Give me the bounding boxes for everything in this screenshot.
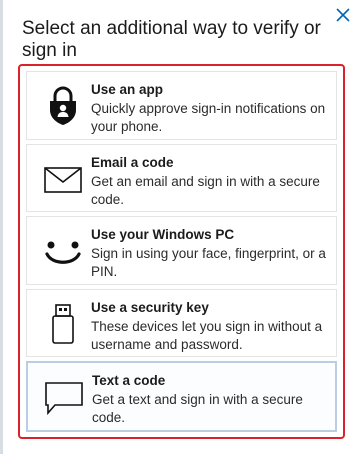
window-edge: [0, 0, 3, 454]
option-description: Get an email and sign in with a secure c…: [91, 173, 320, 207]
option-text-a-code[interactable]: Text a code Get a text and sign in with …: [26, 361, 337, 432]
option-description: Quickly approve sign-in notifications on…: [91, 101, 326, 134]
option-title: Email a code: [91, 154, 174, 170]
option-title: Use your Windows PC: [91, 227, 235, 243]
option-description: Sign in using your face, fingerprint, or…: [91, 246, 326, 280]
option-email-a-code[interactable]: Email a code Get an email and sign in wi…: [26, 143, 337, 213]
smiley-face-icon: [41, 231, 85, 271]
option-use-an-app[interactable]: Use an app Quickly approve sign-in notif…: [26, 71, 337, 140]
option-title: Use a security key: [91, 299, 209, 315]
chat-bubble-icon: [42, 377, 86, 417]
option-title: Text a code: [92, 373, 166, 389]
usb-key-icon: [41, 303, 85, 344]
dialog-title: Select an additional way to verify or si…: [22, 18, 321, 61]
envelope-icon: [41, 159, 85, 199]
option-title: Use an app: [91, 82, 164, 97]
option-security-key[interactable]: Use a security key These devices let you…: [26, 288, 337, 358]
authenticator-lock-icon: [41, 86, 85, 126]
option-use-windows-pc[interactable]: Use your Windows PC Sign in using your f…: [26, 216, 337, 285]
option-description: These devices let you sign in without a …: [91, 318, 323, 352]
option-description: Get a text and sign in with a secure cod…: [92, 392, 303, 426]
verification-options-list: Use an app Quickly approve sign-in notif…: [18, 64, 345, 439]
